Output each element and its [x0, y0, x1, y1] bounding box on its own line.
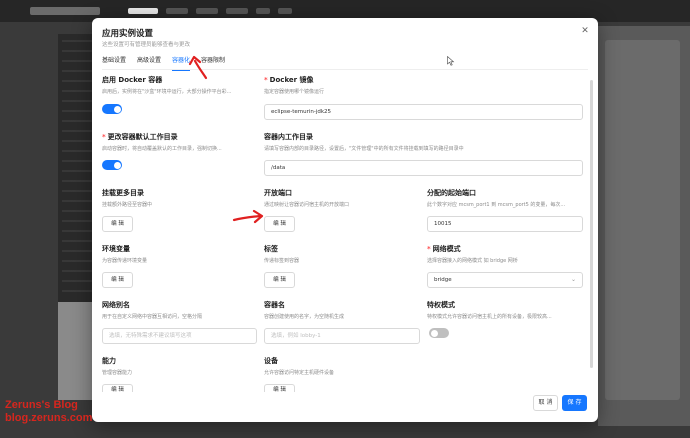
enable-docker-desc: 启用后，实例将在"沙盒"环境中运行，大部分操作平台彩... [102, 89, 232, 95]
change-workdir-label: * 更改容器默认工作目录 [102, 133, 178, 141]
open-ports-label: 开放端口 [264, 189, 292, 197]
tab-advanced[interactable]: 高级设置 [137, 55, 161, 67]
annotation-arrow-right-icon [232, 209, 264, 224]
background-tab [256, 8, 270, 14]
background-tab [166, 8, 188, 14]
env-vars-desc: 为容器传递环境变量 [102, 258, 148, 264]
devices-desc: 允许容器访问特定主机硬件设备 [264, 370, 335, 376]
annotation-arrow-up-icon [188, 55, 208, 80]
devices-edit-button[interactable]: 编 辑 [264, 384, 295, 393]
close-icon[interactable]: ✕ [580, 26, 590, 36]
mount-more-desc: 挂载额外路径至容器中 [102, 202, 153, 208]
network-alias-input[interactable]: 选填，无特殊需求不建议填写这项 [102, 328, 257, 344]
privileged-toggle[interactable] [429, 328, 449, 338]
devices-label: 设备 [264, 357, 278, 365]
env-vars-edit-button[interactable]: 编 辑 [102, 272, 133, 288]
background-info-panel [58, 302, 96, 400]
background-terminal-panel [58, 34, 96, 302]
watermark: Zeruns's Blog blog.zeruns.com [5, 399, 92, 425]
port-start-input[interactable]: 10015 [427, 216, 583, 232]
scrollbar[interactable] [590, 80, 593, 368]
open-ports-edit-button[interactable]: 编 辑 [264, 216, 295, 232]
container-workdir-field: 容器内工作目录 请填写容器内部的目录路径，设置后，"文件管理"中的所有文件将挂载… [264, 132, 584, 152]
container-workdir-input[interactable]: /data [264, 160, 583, 176]
open-ports-field: 开放端口 通过映射让容器访问宿主机的开放端口 [264, 188, 424, 208]
docker-image-desc: 指定容器使用哪个镜像运行 [264, 89, 325, 95]
background-tab [226, 8, 248, 14]
capabilities-field: 能力 管理容器能力 [102, 356, 262, 376]
tab-basic[interactable]: 基础设置 [102, 55, 126, 67]
change-workdir-field: * 更改容器默认工作目录 启动容器时，将自动覆盖默认的工作目录，强制切换... [102, 132, 262, 152]
container-workdir-label: 容器内工作目录 [264, 133, 313, 141]
port-start-field: 分配的起始端口 此个数字对应 mcsm_port1 到 mcsm_port5 的… [427, 188, 585, 208]
save-button[interactable]: 保 存 [562, 395, 587, 411]
docker-image-field: * Docker 镜像 指定容器使用哪个镜像运行 [264, 75, 584, 95]
watermark-line2: blog.zeruns.com [5, 412, 93, 424]
dialog-title: 应用实例设置 [102, 29, 154, 39]
change-workdir-desc: 启动容器时，将自动覆盖默认的工作目录，强制切换... [102, 146, 222, 152]
network-mode-select[interactable]: bridge ⌄ [427, 272, 583, 288]
network-alias-desc: 用于在自定义网络中容器互相访问，空格分隔 [102, 314, 203, 320]
network-mode-field: * 网络模式 选择容器接入的网络模式 如 bridge 网桥 [427, 244, 585, 264]
docker-image-select[interactable]: eclipse-temurin-jdk25 [264, 104, 583, 120]
capabilities-edit-button[interactable]: 编 辑 [102, 384, 133, 393]
mount-more-edit-button[interactable]: 编 辑 [102, 216, 133, 232]
container-name-label: 容器名 [264, 301, 285, 309]
privileged-label: 特权模式 [427, 301, 455, 309]
env-vars-label: 环境变量 [102, 245, 130, 253]
capabilities-label: 能力 [102, 357, 116, 365]
network-alias-field: 网络别名 用于在自定义网络中容器互相访问，空格分隔 [102, 300, 262, 320]
network-alias-label: 网络别名 [102, 301, 130, 309]
labels-desc: 传递标签到容器 [264, 258, 300, 264]
chevron-down-icon: ⌄ [570, 276, 576, 283]
labels-field: 标签 传递标签到容器 [264, 244, 424, 264]
background-logo [30, 7, 100, 15]
cancel-button[interactable]: 取 消 [533, 395, 558, 411]
open-ports-desc: 通过映射让容器访问宿主机的开放端口 [264, 202, 350, 208]
privileged-field: 特权模式 特权模式允许容器访问宿主机上的所有设备，极限较高... [427, 300, 585, 320]
devices-field: 设备 允许容器访问特定主机硬件设备 [264, 356, 424, 376]
port-start-label: 分配的起始端口 [427, 189, 476, 197]
labels-edit-button[interactable]: 编 辑 [264, 272, 295, 288]
network-mode-label: * 网络模式 [427, 245, 461, 253]
network-mode-desc: 选择容器接入的网络模式 如 bridge 网桥 [427, 258, 518, 264]
tabs-divider [102, 69, 588, 70]
port-start-desc: 此个数字对应 mcsm_port1 到 mcsm_port5 的变量，每次... [427, 202, 566, 208]
change-workdir-toggle[interactable] [102, 160, 122, 170]
enable-docker-label: 启用 Docker 容器 [102, 76, 163, 84]
privileged-desc: 特权模式允许容器访问宿主机上的所有设备，极限较高... [427, 314, 552, 320]
env-vars-field: 环境变量 为容器传递环境变量 [102, 244, 262, 264]
container-workdir-desc: 请填写容器内部的目录路径，设置后，"文件管理"中的所有文件将挂载到填写的路径目录… [264, 146, 464, 152]
background-right-card [605, 40, 680, 400]
mouse-cursor-icon [447, 56, 455, 66]
instance-settings-dialog: 应用实例设置 这些设置可有管理员能够查看与更改 ✕ 基础设置 高级设置 容器化 … [92, 18, 598, 422]
mount-more-label: 挂载更多目录 [102, 189, 144, 197]
background-tab [278, 8, 292, 14]
mount-more-field: 挂载更多目录 挂载额外路径至容器中 [102, 188, 262, 208]
container-name-desc: 容器创建使用的名字，为空随机生成 [264, 314, 345, 320]
enable-docker-field: 启用 Docker 容器 启用后，实例将在"沙盒"环境中运行，大部分操作平台彩.… [102, 75, 262, 95]
container-name-field: 容器名 容器创建使用的名字，为空随机生成 [264, 300, 424, 320]
container-name-input[interactable]: 选填，例如 lobby-1 [264, 328, 420, 344]
enable-docker-toggle[interactable] [102, 104, 122, 114]
capabilities-desc: 管理容器能力 [102, 370, 133, 376]
dialog-subtitle: 这些设置可有管理员能够查看与更改 [102, 42, 191, 48]
background-tab [196, 8, 218, 14]
labels-label: 标签 [264, 245, 278, 253]
background-tab [128, 8, 158, 14]
watermark-line1: Zeruns's Blog [5, 399, 78, 411]
docker-image-label: * Docker 镜像 [264, 76, 314, 84]
